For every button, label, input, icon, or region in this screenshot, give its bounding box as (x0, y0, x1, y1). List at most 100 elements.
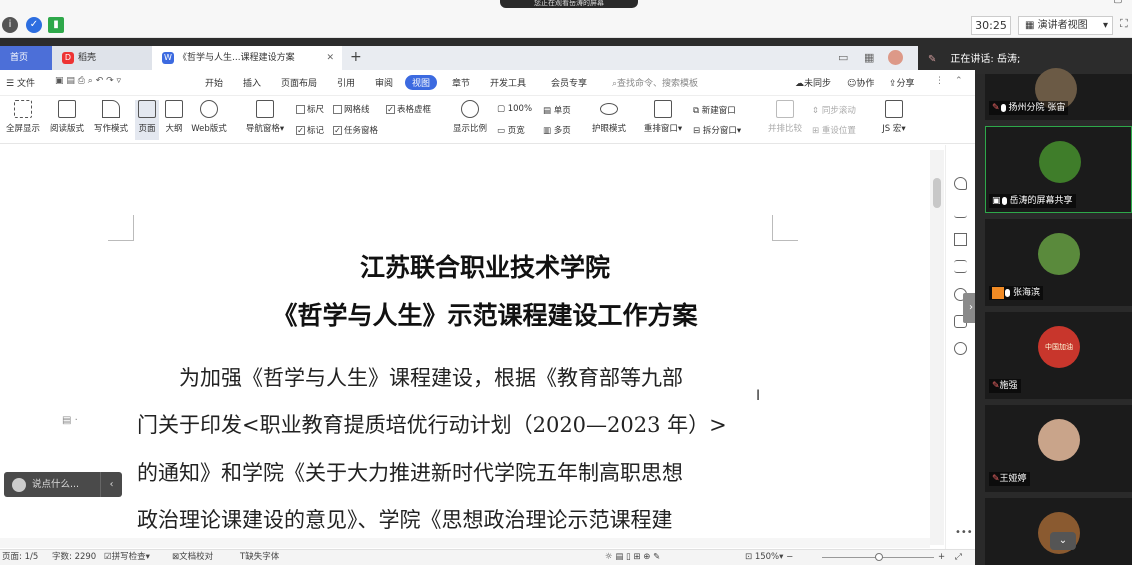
menu-member[interactable]: 会员专享 (551, 76, 587, 89)
signal-strength-icon[interactable]: ▮ (48, 17, 64, 33)
task-pane-checkbox[interactable]: ✓ 任务窗格 (333, 124, 378, 136)
tab-home[interactable]: 首页 (0, 46, 52, 70)
close-tab-icon[interactable]: ✕ (326, 46, 334, 70)
info-icon[interactable]: i (2, 17, 18, 33)
page-view-button[interactable]: 页面 (135, 100, 159, 140)
vertical-scrollbar[interactable] (930, 150, 944, 545)
tab-document[interactable]: W 《哲学与人生...课程建设方案 ✕ (152, 46, 342, 70)
rocket-icon[interactable] (954, 177, 967, 190)
expand-icon[interactable]: ⤢ (955, 550, 962, 564)
paragraph-line-3: 的通知》和学院《关于大力推进新时代学院五年制高职思想 (137, 461, 683, 485)
split-window-button[interactable]: ⊟ 拆分窗口▾ (693, 124, 741, 136)
fullscreen-icon[interactable]: ⛶ (1120, 17, 1128, 31)
collapse-ribbon-icon[interactable]: ⌃ (955, 76, 963, 86)
page-width-icon: ▭ (497, 126, 508, 136)
menu-layout[interactable]: 页面布局 (281, 76, 317, 89)
menu-view[interactable]: 视图 (405, 75, 438, 90)
zoom-ratio-button[interactable]: 显示比例 (450, 100, 490, 134)
view-mode-select[interactable]: ▦ 演讲者视图 ▾ (1018, 16, 1113, 35)
word-count[interactable]: 字数: 2290 (52, 550, 96, 564)
reset-position-button[interactable]: ⊞ 重设位置 (812, 124, 856, 136)
document-canvas[interactable] (0, 145, 945, 550)
multi-page-button[interactable]: ▥ 多页 (543, 124, 571, 136)
speaker-icon: ✎ (992, 474, 1000, 484)
js-macro-icon (885, 100, 903, 118)
adjust-sliders-icon[interactable] (954, 260, 967, 273)
outline-button[interactable]: 大纲 (162, 100, 186, 134)
security-shield-icon[interactable]: ✓ (26, 17, 42, 33)
gridlines-checkbox[interactable]: 网格线 (333, 103, 370, 115)
page-corner-mark-right (772, 215, 798, 241)
paragraph-line-2: 门关于印发<职业教育提质培优行动计划（2020—2023 年）> (137, 413, 727, 437)
participant-avatar: 中国加油 (1038, 326, 1080, 368)
sync-scroll-button[interactable]: ⇕ 同步滚动 (812, 104, 856, 116)
nav-pane-button[interactable]: 导航窗格▾ (243, 100, 287, 134)
table-lines-checkbox[interactable]: ✓ 表格虚框 (386, 103, 431, 115)
zoom-level[interactable]: ⊡ 150%▾ − (745, 550, 793, 564)
menu-section[interactable]: 章节 (452, 76, 470, 89)
menu-review[interactable]: 审阅 (375, 76, 393, 89)
chevron-left-icon[interactable]: ‹ (100, 472, 122, 497)
menu-start[interactable]: 开始 (205, 76, 223, 89)
cursor-select-icon[interactable] (954, 233, 967, 246)
single-page-button[interactable]: ▤ 单页 (543, 104, 571, 116)
page-indicator[interactable]: 页面: 1/5 (2, 550, 38, 564)
emoji-icon[interactable] (12, 477, 26, 492)
comment-input[interactable]: 说点什么... ‹ (4, 472, 122, 497)
screen-share-icon: ▣ (992, 196, 1001, 206)
paragraph-handle-icon[interactable]: ▤ · (62, 415, 78, 426)
collab-button[interactable]: ☺协作 (847, 76, 874, 89)
fullscreen-button[interactable]: 全屏显示 (3, 100, 43, 134)
writing-mode-button[interactable]: 写作模式 (91, 100, 131, 134)
horizontal-scrollbar[interactable] (0, 538, 930, 548)
status-view-icons[interactable]: ☼ ▤ ▯ ⊞ ⊕ ✎ (605, 550, 660, 564)
layout-icon[interactable]: ▭ (838, 51, 848, 64)
menu-reference[interactable]: 引用 (337, 76, 355, 89)
command-search[interactable]: ⌕查找命令、搜索模板 (612, 76, 698, 89)
spell-check-toggle[interactable]: ☑拼写检查▾ (104, 550, 150, 564)
menu-insert[interactable]: 插入 (243, 76, 261, 89)
markup-checkbox[interactable]: ✓ 标记 (296, 124, 324, 136)
grid-view-icon: ▦ (1025, 20, 1038, 31)
new-window-button[interactable]: ⧉ 新建窗口 (693, 104, 736, 116)
multi-page-icon: ▥ (543, 126, 554, 136)
zoom-slider-thumb[interactable] (875, 553, 883, 561)
tab-daoke[interactable]: D 稻壳 (52, 46, 152, 70)
view-ribbon: 全屏显示 阅读版式 写作模式 页面 大纲 Web版式 导航窗格▾ 标尺 网格线 … (0, 96, 975, 144)
file-menu[interactable]: ☰ 文件 (6, 76, 35, 89)
single-page-icon: ▤ (543, 106, 554, 116)
window-controls[interactable]: — ▢ (1100, 0, 1132, 6)
add-tab-icon[interactable]: + (350, 49, 362, 65)
share-button[interactable]: ⇪分享 (889, 76, 915, 89)
zoom-100-button[interactable]: ▢ 100% (497, 104, 532, 114)
scroll-down-button[interactable]: ⌄ (1050, 532, 1076, 550)
page-width-button[interactable]: ▭ 页宽 (497, 124, 525, 136)
cloud-icon: ☁ (795, 79, 804, 89)
js-macro-button[interactable]: JS 宏▾ (878, 100, 910, 134)
quick-access-icons[interactable]: ▣ ▤ ⎙ ⌕ ↶ ↷ ▿ (55, 76, 121, 86)
chevron-down-icon: ▾ (1102, 20, 1108, 31)
user-avatar[interactable] (888, 50, 903, 65)
backup-icon[interactable] (954, 342, 967, 355)
menu-devtools[interactable]: 开发工具 (490, 76, 526, 89)
web-layout-button[interactable]: Web版式 (189, 100, 229, 134)
side-by-side-button[interactable]: 并排比较 (765, 100, 805, 134)
missing-font-button[interactable]: T缺失字体 (240, 550, 279, 564)
zoom-100-icon: ▢ (497, 104, 508, 114)
more-dots-icon[interactable]: ••• (955, 527, 973, 538)
reading-mode-button[interactable]: 阅读版式 (47, 100, 87, 134)
proofread-button[interactable]: ⊠文档校对 (172, 550, 213, 564)
vertical-scroll-thumb[interactable] (933, 178, 941, 208)
rearrange-window-button[interactable]: 重排窗口▾ (641, 100, 685, 134)
fit-icon: ⊡ (745, 552, 755, 562)
eye-mode-button[interactable]: 护眼模式 (589, 100, 629, 134)
ruler-checkbox[interactable]: 标尺 (296, 103, 324, 115)
edit-pen-icon[interactable] (954, 205, 967, 218)
zoom-in-icon[interactable]: + (938, 550, 945, 564)
fullscreen-icon (14, 100, 32, 118)
sync-status[interactable]: ☁未同步 (795, 76, 831, 89)
eye-icon (600, 103, 618, 115)
speaker-icon: ✎ (928, 54, 937, 65)
apps-grid-icon[interactable]: ▦ (864, 51, 874, 64)
more-icon[interactable]: ⋮ (935, 76, 944, 86)
